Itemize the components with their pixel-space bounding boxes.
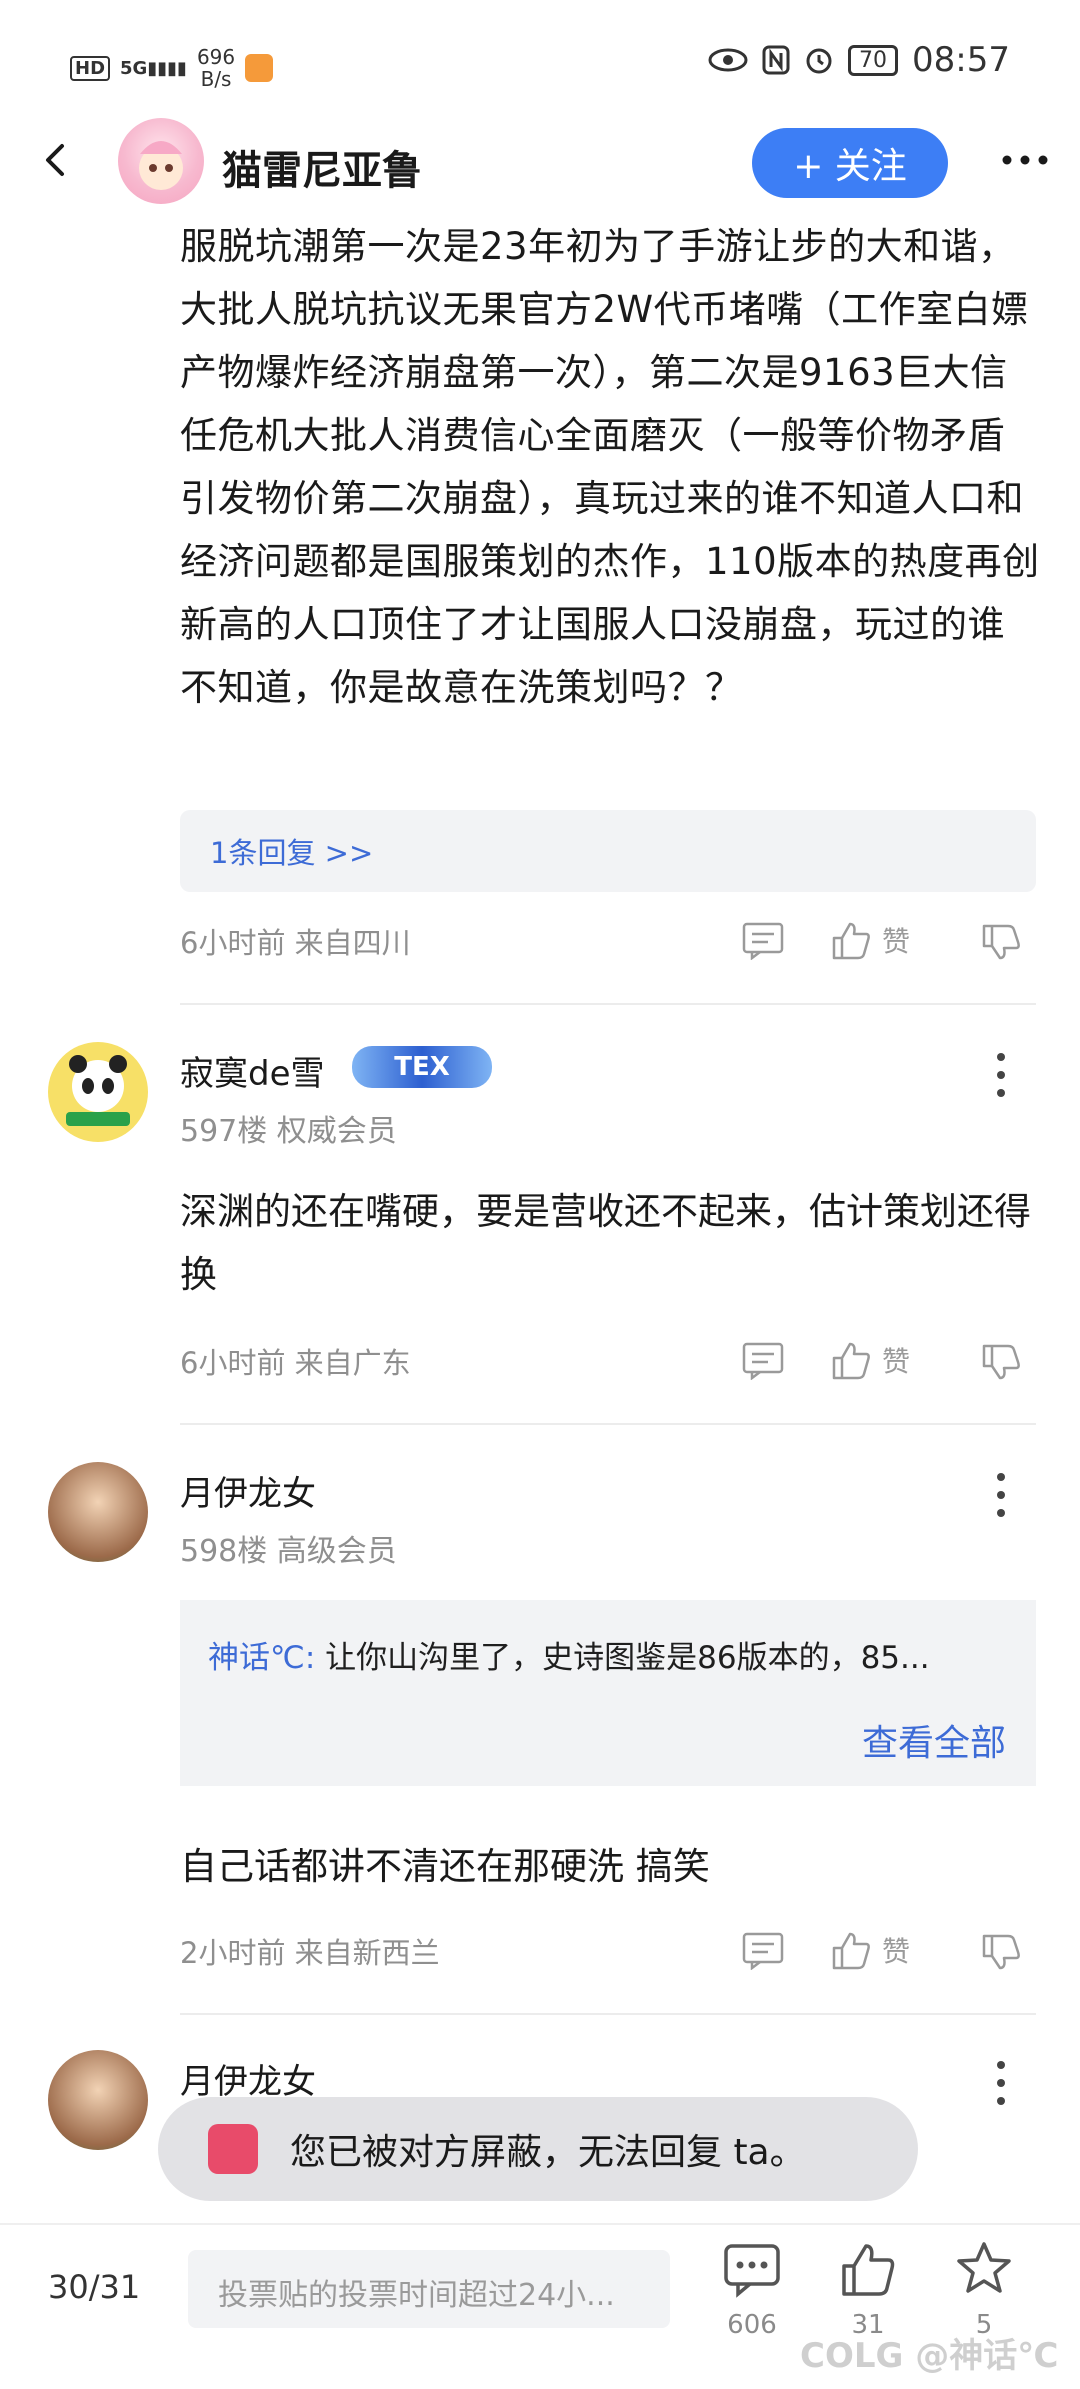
- app-notification-icon: [245, 54, 274, 82]
- commenter-name[interactable]: 月伊龙女: [180, 1466, 316, 1515]
- network-speed: 696 B/s: [197, 46, 235, 90]
- colg-app-icon: [208, 2124, 258, 2174]
- thumb-down-icon[interactable]: [980, 922, 1022, 962]
- floor-info: 597楼 权威会员: [180, 1114, 397, 1149]
- network-type: HD: [70, 55, 111, 81]
- divider: [180, 1003, 1036, 1005]
- quoted-reply[interactable]: 神话℃: 让你山沟里了，史诗图鉴是86版本的，85... 查看全部: [180, 1600, 1036, 1786]
- clock: 08:57: [912, 40, 1010, 80]
- panda-avatar-icon: [66, 1055, 130, 1126]
- reply-input[interactable]: 投票贴的投票时间超过24小...: [188, 2250, 670, 2328]
- speed-value: 696: [196, 45, 236, 69]
- thumb-up-icon: [832, 1932, 870, 1970]
- replies-label: 1条回复 >>: [210, 836, 374, 870]
- commenter-avatar[interactable]: [48, 1462, 148, 1562]
- battery-icon: 70: [848, 44, 899, 76]
- page-indicator[interactable]: 30/31: [48, 2268, 140, 2306]
- post-content: 服脱坑潮第一次是23年初为了手游让步的大和谐，大批人脱坑抗议无果官方2W代币堵嘴…: [180, 225, 1040, 709]
- floor-info: 598楼 高级会员: [180, 1534, 397, 1569]
- favorite-star-icon[interactable]: [954, 2240, 1014, 2296]
- signal-label: 5G: [120, 57, 148, 79]
- watermark: COLG @神话℃: [800, 2336, 1059, 2376]
- alarm-icon: [806, 48, 832, 74]
- author-avatar[interactable]: [118, 118, 204, 204]
- thumb-up-icon: [832, 922, 870, 960]
- comment-icon[interactable]: [742, 922, 784, 960]
- eye-icon: [708, 48, 748, 72]
- avatar-face-icon: [139, 141, 183, 190]
- comment-more-icon[interactable]: [994, 1470, 1008, 1520]
- like-icon[interactable]: [838, 2242, 898, 2298]
- commenter-avatar[interactable]: [48, 1042, 148, 1142]
- comment-count: 606: [727, 2310, 777, 2340]
- comment-meta: 2小时前 来自新西兰: [180, 1936, 440, 1970]
- reply-input-placeholder: 投票贴的投票时间超过24小...: [218, 2278, 615, 2313]
- comment-more-icon[interactable]: [994, 2058, 1008, 2108]
- comment-text: 深渊的还在嘴硬，要是营收还不起来，估计策划还得换: [180, 1190, 1031, 1296]
- divider: [180, 2013, 1036, 2015]
- status-right: 70 08:57: [708, 40, 1010, 80]
- commenter-name[interactable]: 月伊龙女: [180, 2054, 316, 2103]
- comments-icon[interactable]: [722, 2242, 782, 2298]
- toast-message: 您已被对方屏蔽，无法回复 ta。: [290, 2132, 806, 2173]
- comment-meta: 6小时前 来自广东: [180, 1346, 411, 1380]
- like-button[interactable]: 赞: [830, 1340, 910, 1380]
- commenter-name[interactable]: 寂寞de雪: [180, 1046, 325, 1095]
- more-options-icon[interactable]: [1000, 145, 1050, 175]
- thumb-up-icon: [832, 1342, 870, 1380]
- status-left: HD 5G▮▮▮▮ 696 B/s: [70, 46, 274, 90]
- author-name[interactable]: 猫雷尼亚鲁: [222, 138, 422, 196]
- comment-icon[interactable]: [742, 1342, 784, 1380]
- follow-button[interactable]: + 关注: [752, 128, 948, 198]
- comment-text: 自己话都讲不清还在那硬洗 搞笑: [180, 1845, 710, 1888]
- replies-link[interactable]: 1条回复 >>: [180, 810, 1036, 892]
- like-button[interactable]: 赞: [830, 1930, 910, 1970]
- like-label: 赞: [882, 1935, 911, 1968]
- nfc-icon: [762, 45, 790, 75]
- quote-text: 让你山沟里了，史诗图鉴是86版本的，85...: [315, 1640, 930, 1676]
- signal-icon: 5G▮▮▮▮: [120, 57, 187, 79]
- status-bar: HD 5G▮▮▮▮ 696 B/s 70 08:57: [0, 0, 1080, 130]
- level-badge: TEX: [352, 1046, 492, 1088]
- thumb-down-icon[interactable]: [980, 1342, 1022, 1382]
- commenter-avatar[interactable]: [48, 2050, 148, 2150]
- post-meta: 6小时前 来自四川: [180, 926, 411, 960]
- comment-icon[interactable]: [742, 1932, 784, 1970]
- speed-unit: B/s: [200, 67, 232, 91]
- back-arrow-icon[interactable]: [36, 140, 76, 180]
- quote-author[interactable]: 神话℃:: [208, 1640, 315, 1676]
- like-label: 赞: [882, 925, 911, 958]
- quote-line: 神话℃: 让你山沟里了，史诗图鉴是86版本的，85...: [208, 1632, 930, 1677]
- comment-more-icon[interactable]: [994, 1050, 1008, 1100]
- thumb-down-icon[interactable]: [980, 1932, 1022, 1972]
- battery-level: 70: [859, 47, 888, 73]
- like-label: 赞: [882, 1345, 911, 1378]
- view-all-link[interactable]: 查看全部: [862, 1714, 1006, 1766]
- blocked-toast: 您已被对方屏蔽，无法回复 ta。: [158, 2097, 918, 2201]
- like-button[interactable]: 赞: [830, 920, 910, 960]
- divider: [180, 1423, 1036, 1425]
